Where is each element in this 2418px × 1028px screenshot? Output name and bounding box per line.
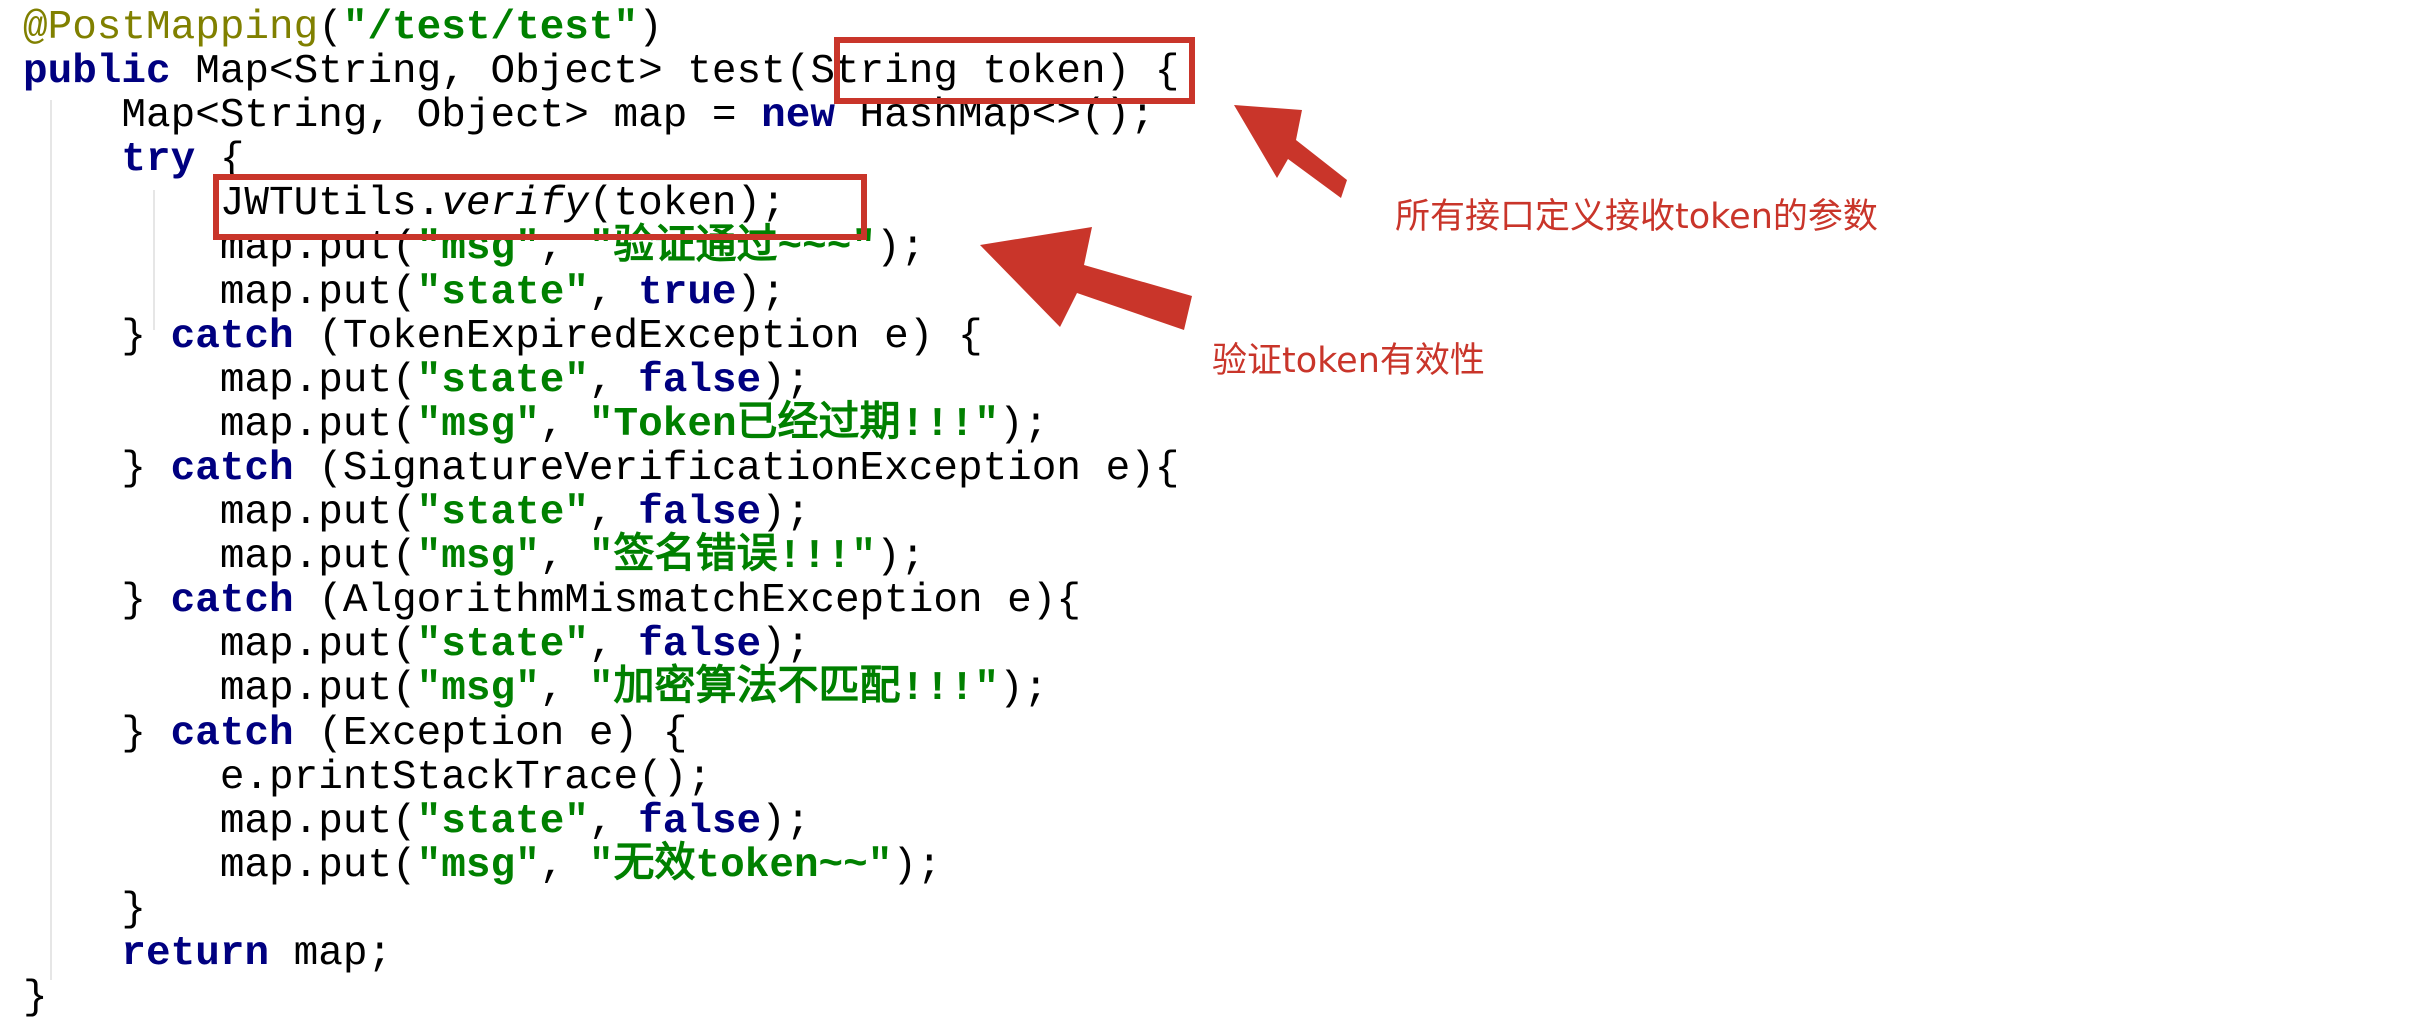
annotation-verify-note: 验证token有效性 (1212, 341, 1485, 381)
arrow-icon (980, 227, 1192, 330)
arrows-layer (980, 105, 1347, 330)
annotation-param-note: 所有接口定义接收token的参数 (1395, 197, 1878, 237)
arrow-icon (1234, 105, 1347, 198)
